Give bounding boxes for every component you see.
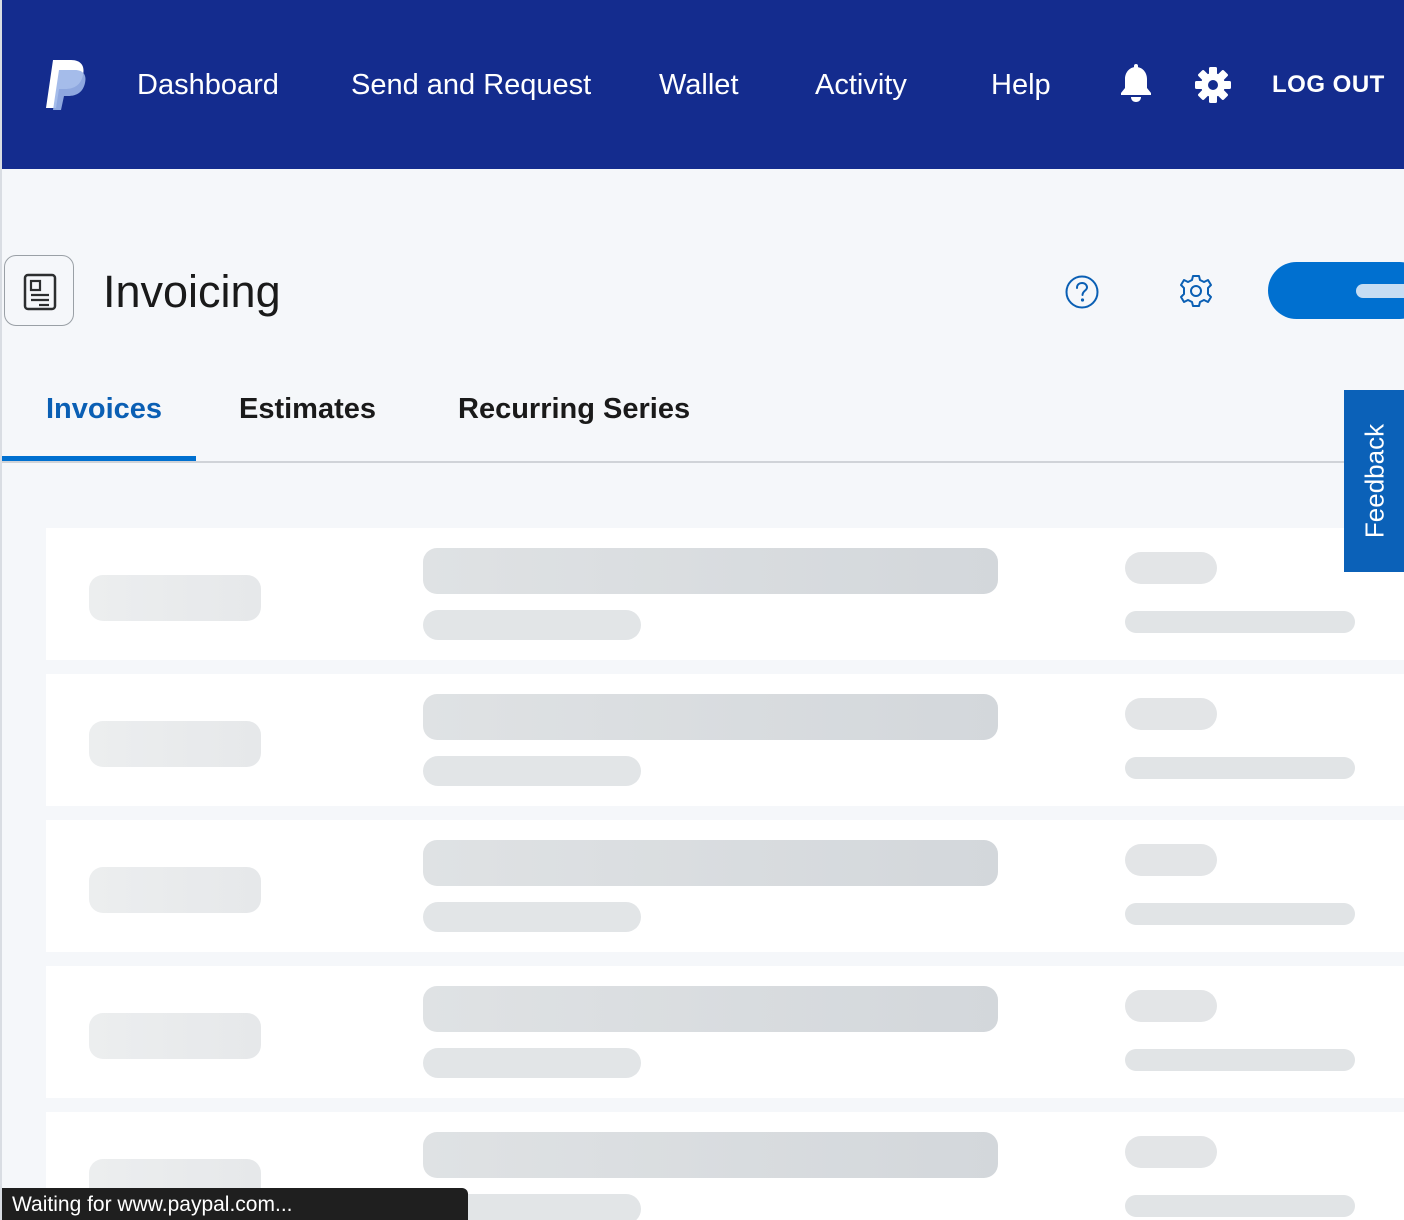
page-title: Invoicing [103,266,281,317]
tab-recurring-series[interactable]: Recurring Series [458,389,690,429]
skeleton-block [423,986,998,1032]
nav-dashboard[interactable]: Dashboard [137,66,279,104]
skeleton-block [1125,1049,1355,1071]
nav-wallet[interactable]: Wallet [659,66,739,104]
nav-send-and-request[interactable]: Send and Request [351,66,591,104]
skeleton-block [89,575,261,621]
skeleton-block [1125,1195,1355,1217]
bell-icon[interactable] [1119,64,1153,102]
list-item [46,820,1404,952]
skeleton-block [423,694,998,740]
skeleton-block [89,1013,261,1059]
tab-invoices[interactable]: Invoices [46,389,162,429]
skeleton-block [423,610,641,640]
logout-button[interactable]: LOG OUT [1272,66,1385,104]
create-invoice-button[interactable] [1268,262,1404,319]
active-tab-indicator [2,456,196,461]
help-circle-icon[interactable] [1064,274,1100,310]
skeleton-block [89,867,261,913]
skeleton-block [1125,757,1355,779]
skeleton-block [423,1132,998,1178]
invoicing-app-icon [4,255,74,326]
paypal-logo[interactable] [44,58,90,112]
invoice-document-icon [23,273,57,311]
skeleton-block [1125,552,1217,584]
skeleton-block [1125,903,1355,925]
skeleton-block [423,1048,641,1078]
skeleton-block [1125,1136,1217,1168]
skeleton-block [1125,611,1355,633]
feedback-button[interactable]: Feedback [1344,390,1404,572]
top-nav: Dashboard Send and Request Wallet Activi… [2,0,1404,169]
skeleton-block [1125,844,1217,876]
button-label-placeholder [1356,284,1404,298]
page: Dashboard Send and Request Wallet Activi… [0,0,1404,1220]
tab-estimates[interactable]: Estimates [239,389,376,429]
skeleton-block [423,548,998,594]
nav-activity[interactable]: Activity [815,66,907,104]
skeleton-block [423,902,641,932]
settings-gear-outline-icon[interactable] [1178,273,1214,309]
gear-icon[interactable] [1195,67,1231,103]
list-item [46,966,1404,1098]
browser-status-bar: Waiting for www.paypal.com... [2,1188,468,1220]
skeleton-block [89,721,261,767]
skeleton-block [423,840,998,886]
list-item [46,528,1404,660]
skeleton-block [1125,698,1217,730]
skeleton-block [423,756,641,786]
skeleton-block [1125,990,1217,1022]
feedback-label: Feedback [1359,423,1390,539]
tab-bar: Invoices Estimates Recurring Series [2,375,1404,463]
nav-help[interactable]: Help [991,66,1051,104]
list-item [46,674,1404,806]
